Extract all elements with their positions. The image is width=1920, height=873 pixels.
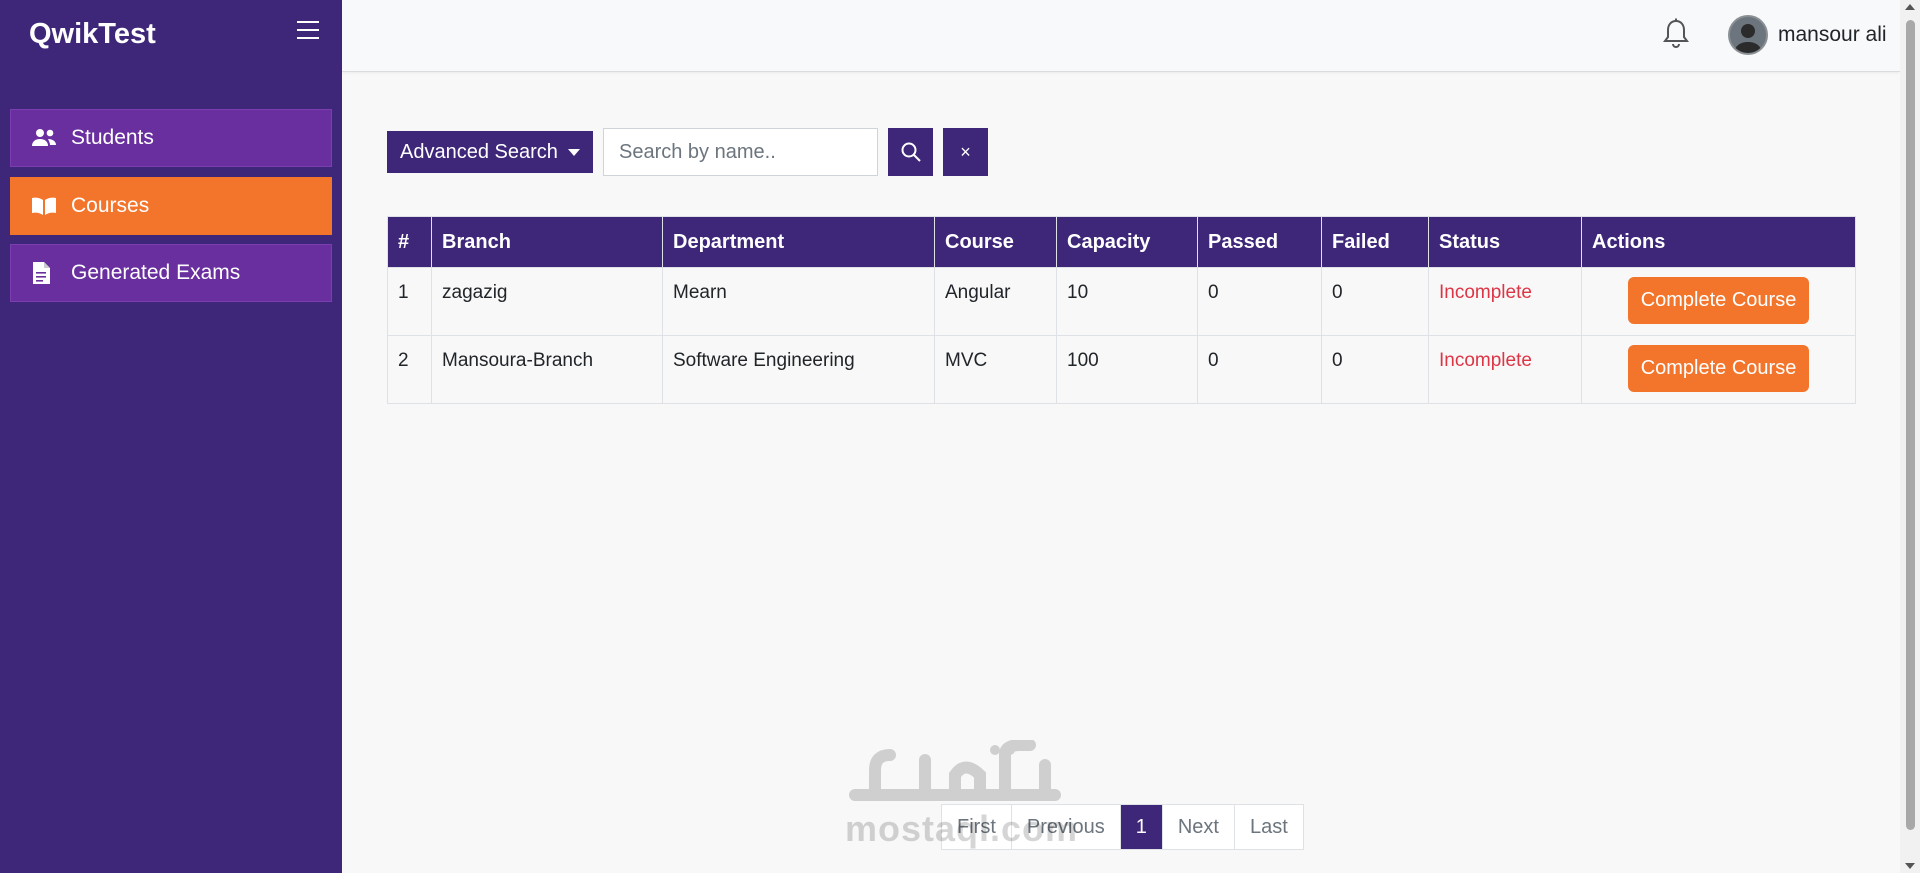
- table-header-row: # Branch Department Course Capacity Pass…: [387, 216, 1856, 268]
- sidebar-item-generated-exams[interactable]: Generated Exams: [10, 244, 332, 302]
- cell-passed: 0: [1197, 267, 1322, 336]
- sidebar-item-label: Courses: [71, 194, 150, 217]
- pagination-last[interactable]: Last: [1235, 805, 1303, 849]
- advanced-search-dropdown[interactable]: Advanced Search: [387, 131, 593, 173]
- column-header: Actions: [1581, 216, 1856, 268]
- sidebar: QwikTest Students Courses Generated Exam…: [0, 0, 342, 873]
- menu-toggle-icon[interactable]: [297, 21, 321, 41]
- pagination-current-page[interactable]: 1: [1120, 805, 1163, 849]
- cell-actions: Complete Course: [1581, 335, 1856, 404]
- sidebar-item-courses[interactable]: Courses: [10, 177, 332, 235]
- cell-department: Software Engineering: [662, 335, 935, 404]
- watermark-logo: [849, 739, 1061, 801]
- caret-down-icon: [567, 148, 580, 156]
- sidebar-item-label: Generated Exams: [71, 261, 241, 284]
- complete-course-button[interactable]: Complete Course: [1627, 345, 1810, 392]
- advanced-search-label: Advanced Search: [400, 140, 558, 163]
- column-header: Status: [1428, 216, 1582, 268]
- bell-icon[interactable]: [1662, 18, 1690, 50]
- pagination-previous[interactable]: Previous: [1012, 805, 1121, 849]
- cell-capacity: 100: [1056, 335, 1198, 404]
- cell-num: 1: [387, 267, 432, 336]
- cell-failed: 0: [1321, 267, 1429, 336]
- column-header: Failed: [1321, 216, 1429, 268]
- cell-failed: 0: [1321, 335, 1429, 404]
- cell-course: MVC: [934, 335, 1057, 404]
- status-text: Incomplete: [1428, 335, 1582, 404]
- column-header: Capacity: [1056, 216, 1198, 268]
- cell-course: Angular: [934, 267, 1057, 336]
- users-icon: [31, 128, 61, 148]
- scroll-down-arrow-icon[interactable]: [1905, 863, 1915, 869]
- status-text: Incomplete: [1428, 267, 1582, 336]
- courses-table: # Branch Department Course Capacity Pass…: [387, 216, 1856, 404]
- sidebar-item-students[interactable]: Students: [10, 109, 332, 167]
- pagination: First Previous 1 Next Last: [941, 804, 1304, 850]
- search-icon: [901, 142, 921, 162]
- clear-search-button[interactable]: ×: [943, 128, 988, 176]
- table-row: 1 zagazig Mearn Angular 10 0 0 Incomplet…: [387, 267, 1856, 336]
- cell-passed: 0: [1197, 335, 1322, 404]
- cell-capacity: 10: [1056, 267, 1198, 336]
- pagination-next[interactable]: Next: [1163, 805, 1235, 849]
- sidebar-item-label: Students: [71, 126, 154, 149]
- book-icon: [31, 196, 61, 216]
- table-row: 2 Mansoura-Branch Software Engineering M…: [387, 335, 1856, 404]
- brand-logo[interactable]: QwikTest: [29, 18, 156, 51]
- page-scrollbar[interactable]: [1900, 0, 1920, 873]
- scroll-up-arrow-icon[interactable]: [1905, 4, 1915, 10]
- cell-branch: Mansoura-Branch: [431, 335, 663, 404]
- cell-num: 2: [387, 335, 432, 404]
- cell-branch: zagazig: [431, 267, 663, 336]
- avatar[interactable]: [1728, 15, 1768, 55]
- search-input[interactable]: [603, 128, 878, 176]
- scrollbar-thumb[interactable]: [1906, 20, 1915, 830]
- column-header: Branch: [431, 216, 663, 268]
- pagination-first[interactable]: First: [942, 805, 1012, 849]
- column-header: Department: [662, 216, 935, 268]
- column-header: #: [387, 216, 432, 268]
- document-icon: [31, 261, 61, 285]
- column-header: Passed: [1197, 216, 1322, 268]
- cell-department: Mearn: [662, 267, 935, 336]
- column-header: Course: [934, 216, 1057, 268]
- search-button[interactable]: [888, 128, 933, 176]
- complete-course-button[interactable]: Complete Course: [1627, 277, 1810, 324]
- username[interactable]: mansour ali: [1778, 23, 1887, 47]
- cell-actions: Complete Course: [1581, 267, 1856, 336]
